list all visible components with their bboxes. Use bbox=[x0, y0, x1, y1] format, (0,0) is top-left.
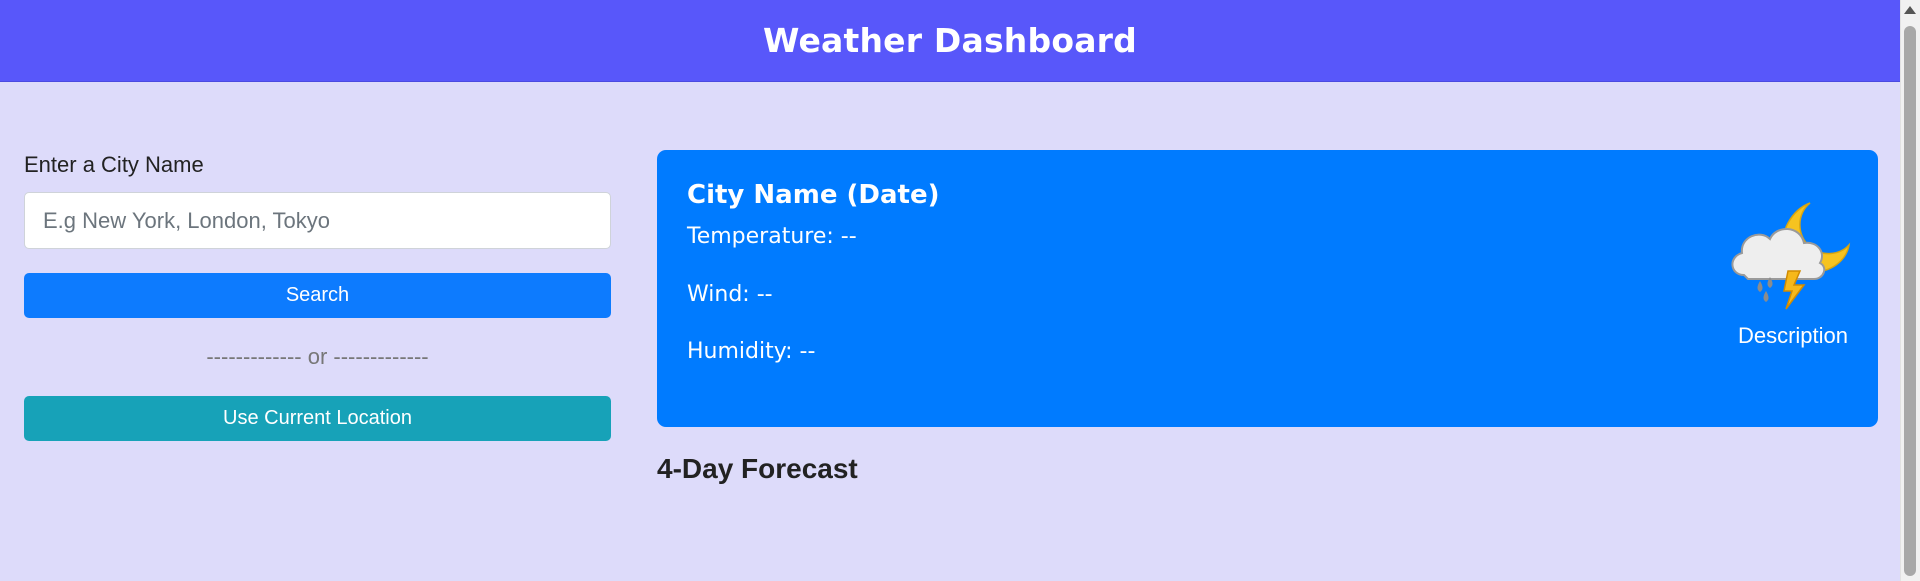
search-button[interactable]: Search bbox=[24, 273, 611, 318]
weather-description: Description bbox=[1737, 323, 1848, 348]
temperature-text: Temperature: -- bbox=[687, 224, 857, 249]
current-weather-card: City Name (Date) Temperature: -- Wind: -… bbox=[657, 150, 1878, 427]
app-header: Weather Dashboard bbox=[0, 0, 1900, 82]
use-current-location-button[interactable]: Use Current Location bbox=[24, 396, 611, 441]
city-input-label: Enter a City Name bbox=[24, 152, 204, 177]
humidity-text: Humidity: -- bbox=[687, 339, 816, 364]
wind-text: Wind: -- bbox=[687, 282, 773, 307]
or-divider: ------------- or ------------- bbox=[206, 344, 429, 369]
page-scrollbar[interactable] bbox=[1900, 0, 1920, 581]
city-name-date: City Name (Date) bbox=[687, 180, 940, 210]
thunderstorm-night-icon bbox=[1731, 202, 1851, 310]
search-panel: Enter a City Name Search ------------- o… bbox=[24, 152, 611, 441]
city-search-input[interactable] bbox=[24, 192, 611, 249]
scroll-up-arrow-icon[interactable] bbox=[1904, 6, 1916, 14]
page-title: Weather Dashboard bbox=[763, 21, 1137, 60]
forecast-heading: 4-Day Forecast bbox=[657, 453, 858, 484]
scrollbar-thumb[interactable] bbox=[1904, 26, 1916, 576]
